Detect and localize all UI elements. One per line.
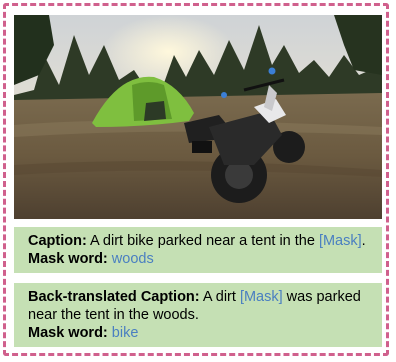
caption-mask-word-line: Mask word: woods xyxy=(28,250,372,268)
back-translated-label: Back-translated Caption: xyxy=(28,289,200,305)
caption-text-before: A dirt bike parked near a tent in the xyxy=(86,233,319,249)
back-translated-mask-token: [Mask] xyxy=(239,289,283,305)
back-translated-line-2: near the tent in the woods. xyxy=(28,307,199,323)
back-translated-caption-box: Back-translated Caption: A dirt [Mask] w… xyxy=(14,283,382,347)
caption-mask-word: woods xyxy=(111,251,154,267)
back-translated-line-1: Back-translated Caption: A dirt [Mask] w… xyxy=(28,288,372,306)
back-translated-mask-word-line: Mask word: bike xyxy=(28,324,372,342)
back-translated-text-before: A dirt xyxy=(199,289,240,305)
caption-text-after: . xyxy=(361,233,366,249)
caption-box: Caption: A dirt bike parked near a tent … xyxy=(14,227,382,273)
caption-mask-word-label: Mask word: xyxy=(28,251,108,267)
back-translated-text-after: was parked xyxy=(282,289,361,305)
back-translated-mask-word: bike xyxy=(111,325,139,341)
photo-dirt-bike-tent xyxy=(14,15,382,219)
caption-label: Caption: xyxy=(28,233,87,249)
caption-line: Caption: A dirt bike parked near a tent … xyxy=(28,232,372,250)
back-translated-mask-word-label: Mask word: xyxy=(28,325,108,341)
caption-mask-token: [Mask] xyxy=(318,233,362,249)
